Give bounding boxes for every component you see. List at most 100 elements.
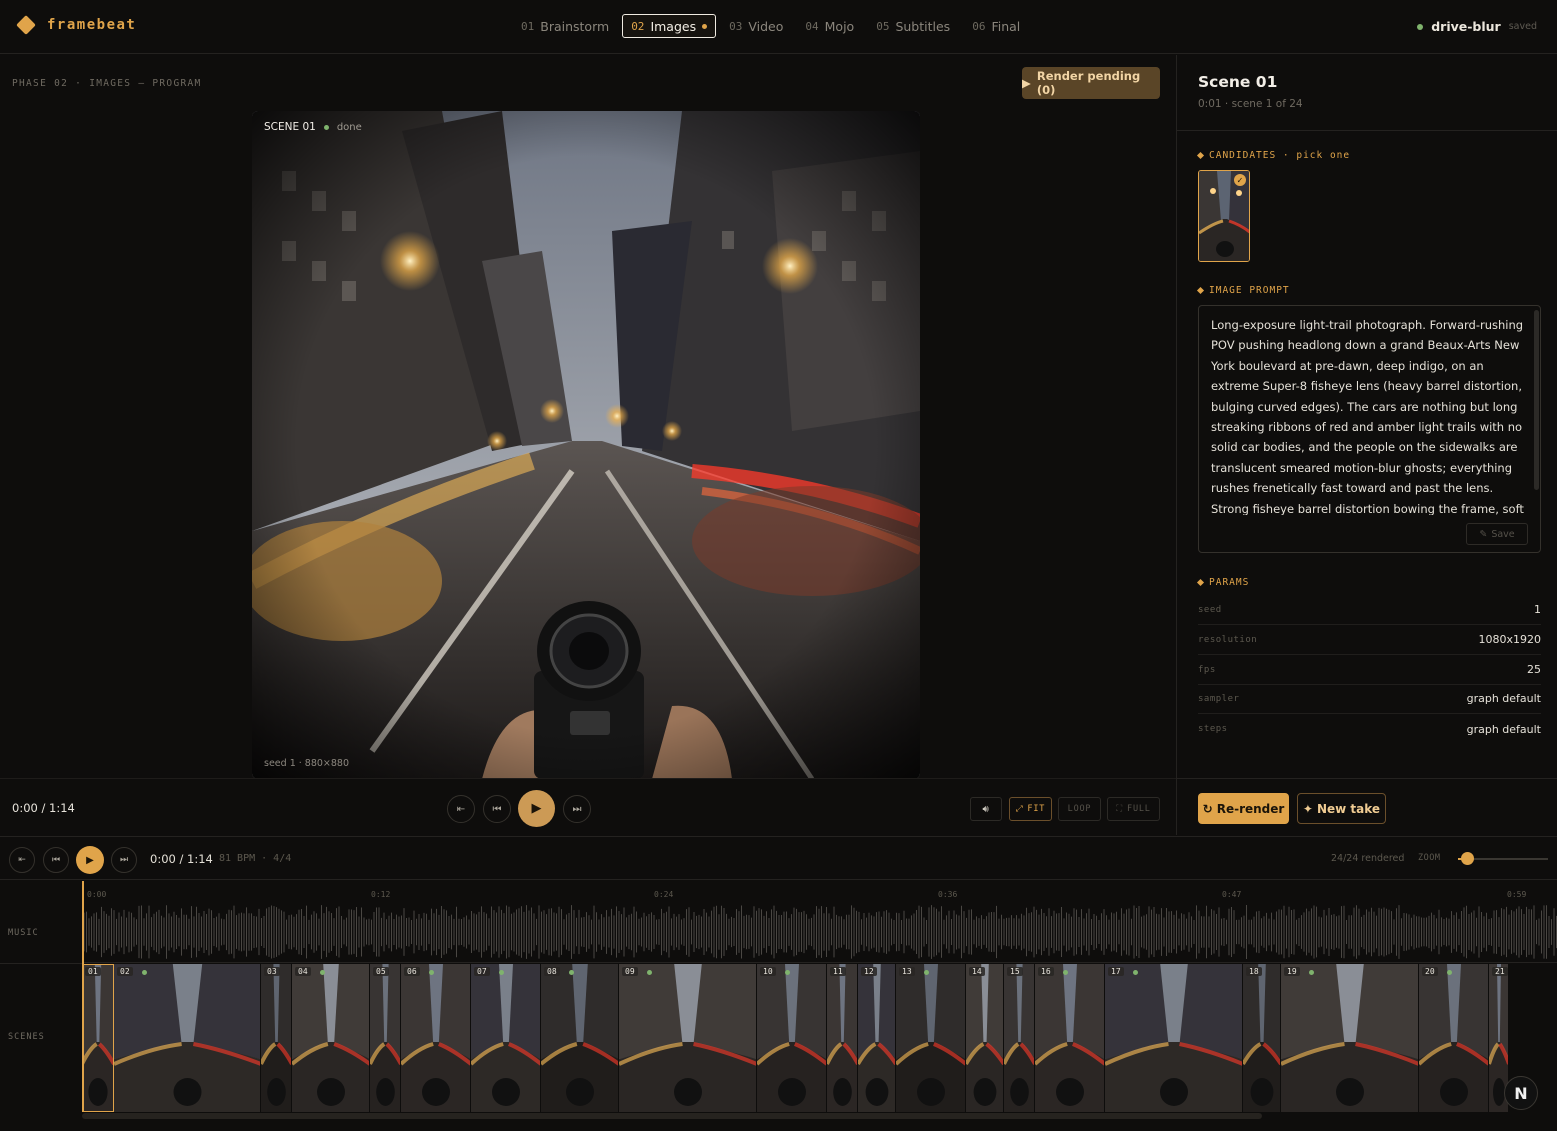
scene-clip[interactable]: 19 — [1281, 964, 1419, 1112]
tab-mojo[interactable]: 04 Mojo — [796, 14, 863, 38]
image-prompt-textarea[interactable]: Long-exposure light-trail photograph. Fo… — [1198, 305, 1541, 553]
rendered-dot-icon — [1309, 970, 1314, 975]
timeline-previous-button[interactable]: ⏮ — [43, 847, 69, 873]
n-badge-icon[interactable]: N — [1504, 1076, 1538, 1110]
scene-clip[interactable]: 14 — [966, 964, 1004, 1112]
timeline-next-button[interactable]: ⏭ — [111, 847, 137, 873]
rendered-dot-icon — [320, 970, 325, 975]
tab-final[interactable]: 06 Final — [963, 14, 1029, 38]
scene-thumbnail-image — [261, 964, 291, 1112]
scene-clip[interactable]: 02 — [114, 964, 261, 1112]
next-button[interactable]: ⏭ — [563, 795, 591, 823]
zoom-slider[interactable] — [1458, 852, 1548, 865]
inspector-actions: ↻ Re-render ✦ New take — [1177, 778, 1557, 835]
render-pending-button[interactable]: ▶ Render pending (0) — [1022, 67, 1160, 99]
scene-clip[interactable]: 08 — [541, 964, 619, 1112]
tab-video[interactable]: 03 Video — [720, 14, 792, 38]
sparkle-icon: ✦ — [1302, 801, 1313, 816]
image-prompt-label: IMAGE PROMPT — [1209, 285, 1290, 296]
scene-clip[interactable]: 18 — [1243, 964, 1281, 1112]
scene-clip[interactable]: 01 — [82, 964, 114, 1112]
scene-number: 21 — [1492, 967, 1508, 976]
scene-thumbnail-image — [541, 964, 618, 1112]
scene-thumbnail-image — [471, 964, 540, 1112]
timeline-jump-start-button[interactable]: ⇤ — [9, 847, 35, 873]
param-row-seed: seed 1 — [1198, 595, 1541, 625]
section-diamond-icon — [1196, 151, 1205, 160]
scene-number: 17 — [1108, 967, 1124, 976]
scene-thumbnail-image — [1035, 964, 1104, 1112]
render-pending-label: Render pending (0) — [1036, 69, 1141, 97]
param-value: 1080x1920 — [1478, 633, 1542, 646]
scene-preview-frame[interactable]: SCENE 01 done seed 1 · 880×880 — [252, 111, 920, 779]
scene-number: 14 — [969, 967, 985, 976]
scene-clip[interactable]: 12 — [858, 964, 896, 1112]
play-icon: ▶ — [86, 854, 94, 866]
rendered-dot-icon — [569, 970, 574, 975]
tab-number: 03 — [729, 19, 743, 33]
frame-state: done — [336, 121, 362, 133]
tab-number: 04 — [805, 19, 819, 33]
play-button[interactable]: ▶ — [518, 790, 555, 827]
music-waveform[interactable] — [82, 901, 1557, 963]
tab-images[interactable]: 02 Images — [622, 14, 717, 38]
player-bar: 0:00 / 1:14 ⇤ ⏮ ▶ ⏭ 🔊︎ ⤢ FIT LOOP ⛶ FULL — [0, 778, 1176, 835]
scene-clip[interactable]: 07 — [471, 964, 541, 1112]
scene-clip[interactable]: 15 — [1004, 964, 1035, 1112]
new-take-label: New take — [1316, 801, 1381, 816]
fit-button[interactable]: ⤢ FIT — [1009, 797, 1052, 821]
scene-clip[interactable]: 03 — [261, 964, 292, 1112]
tab-number: 02 — [631, 19, 645, 33]
rerender-button[interactable]: ↻ Re-render — [1198, 793, 1289, 824]
params-heading: PARAMS — [1196, 577, 1250, 588]
selected-check-icon: ✓ — [1234, 174, 1246, 186]
scene-clip[interactable]: 16 — [1035, 964, 1105, 1112]
rendered-count: 24/24 rendered — [1331, 853, 1405, 864]
image-prompt-text[interactable]: Long-exposure light-trail photograph. Fo… — [1211, 315, 1525, 515]
zoom-slider-thumb[interactable] — [1461, 852, 1474, 865]
scene-clip[interactable]: 20 — [1419, 964, 1489, 1112]
scene-clip[interactable]: 11 — [827, 964, 858, 1112]
ruler-tick: 0:00 — [87, 890, 107, 899]
tab-brainstorm[interactable]: 01 Brainstorm — [512, 14, 618, 38]
volume-button[interactable]: 🔊︎ — [970, 797, 1002, 821]
logo[interactable]: framebeat — [16, 15, 136, 35]
previous-button[interactable]: ⏮ — [483, 795, 511, 823]
scene-number: 08 — [544, 967, 560, 976]
jump-start-button[interactable]: ⇤ — [447, 795, 475, 823]
scene-clip[interactable]: 04 — [292, 964, 370, 1112]
phase-label: PHASE 02 · IMAGES — PROGRAM — [12, 78, 202, 89]
timeline-horizontal-scrollbar[interactable] — [82, 1113, 1262, 1119]
frame-seed-info: seed 1 · 880×880 — [264, 758, 350, 769]
scenes-track: 01 02 03 04 05 06 07 08 09 10 11 12 13 14 15 16 17 18 19 20… — [82, 964, 1557, 1112]
pencil-icon: ✎ — [1479, 528, 1488, 540]
scene-number: 18 — [1246, 967, 1262, 976]
scene-clip[interactable]: 06 — [401, 964, 471, 1112]
tab-label: Video — [748, 18, 784, 34]
fullscreen-button[interactable]: ⛶ FULL — [1107, 797, 1160, 821]
timeline-ruler[interactable]: 0:00 0:12 0:24 0:36 0:47 0:59 — [82, 881, 1557, 901]
scene-clip[interactable]: 13 — [896, 964, 966, 1112]
scene-clip[interactable]: 05 — [370, 964, 401, 1112]
loop-button[interactable]: LOOP — [1058, 797, 1101, 821]
skip-forward-icon: ⏭ — [572, 803, 582, 815]
project-name[interactable]: drive-blur — [1431, 19, 1501, 34]
new-take-button[interactable]: ✦ New take — [1297, 793, 1386, 824]
play-icon: ▶ — [1022, 76, 1031, 90]
param-value: graph default — [1466, 692, 1541, 705]
scene-clip[interactable]: 09 — [619, 964, 757, 1112]
rendered-dot-icon — [142, 970, 147, 975]
timeline-play-button[interactable]: ▶ — [76, 846, 104, 874]
skip-forward-icon: ⏭ — [119, 855, 129, 865]
param-key: resolution — [1198, 634, 1258, 645]
save-prompt-button[interactable]: ✎ Save — [1466, 523, 1528, 545]
playhead[interactable] — [82, 881, 84, 1111]
tab-subtitles[interactable]: 05 Subtitles — [867, 14, 959, 38]
scene-clip[interactable]: 10 — [757, 964, 827, 1112]
scene-clip[interactable]: 17 — [1105, 964, 1243, 1112]
prompt-scrollbar[interactable] — [1534, 310, 1539, 490]
params-label: PARAMS — [1209, 577, 1250, 588]
skip-back-icon: ⏮ — [492, 803, 502, 815]
candidate-thumbnail[interactable]: ✓ — [1198, 170, 1250, 262]
ruler-tick: 0:59 — [1507, 890, 1527, 899]
